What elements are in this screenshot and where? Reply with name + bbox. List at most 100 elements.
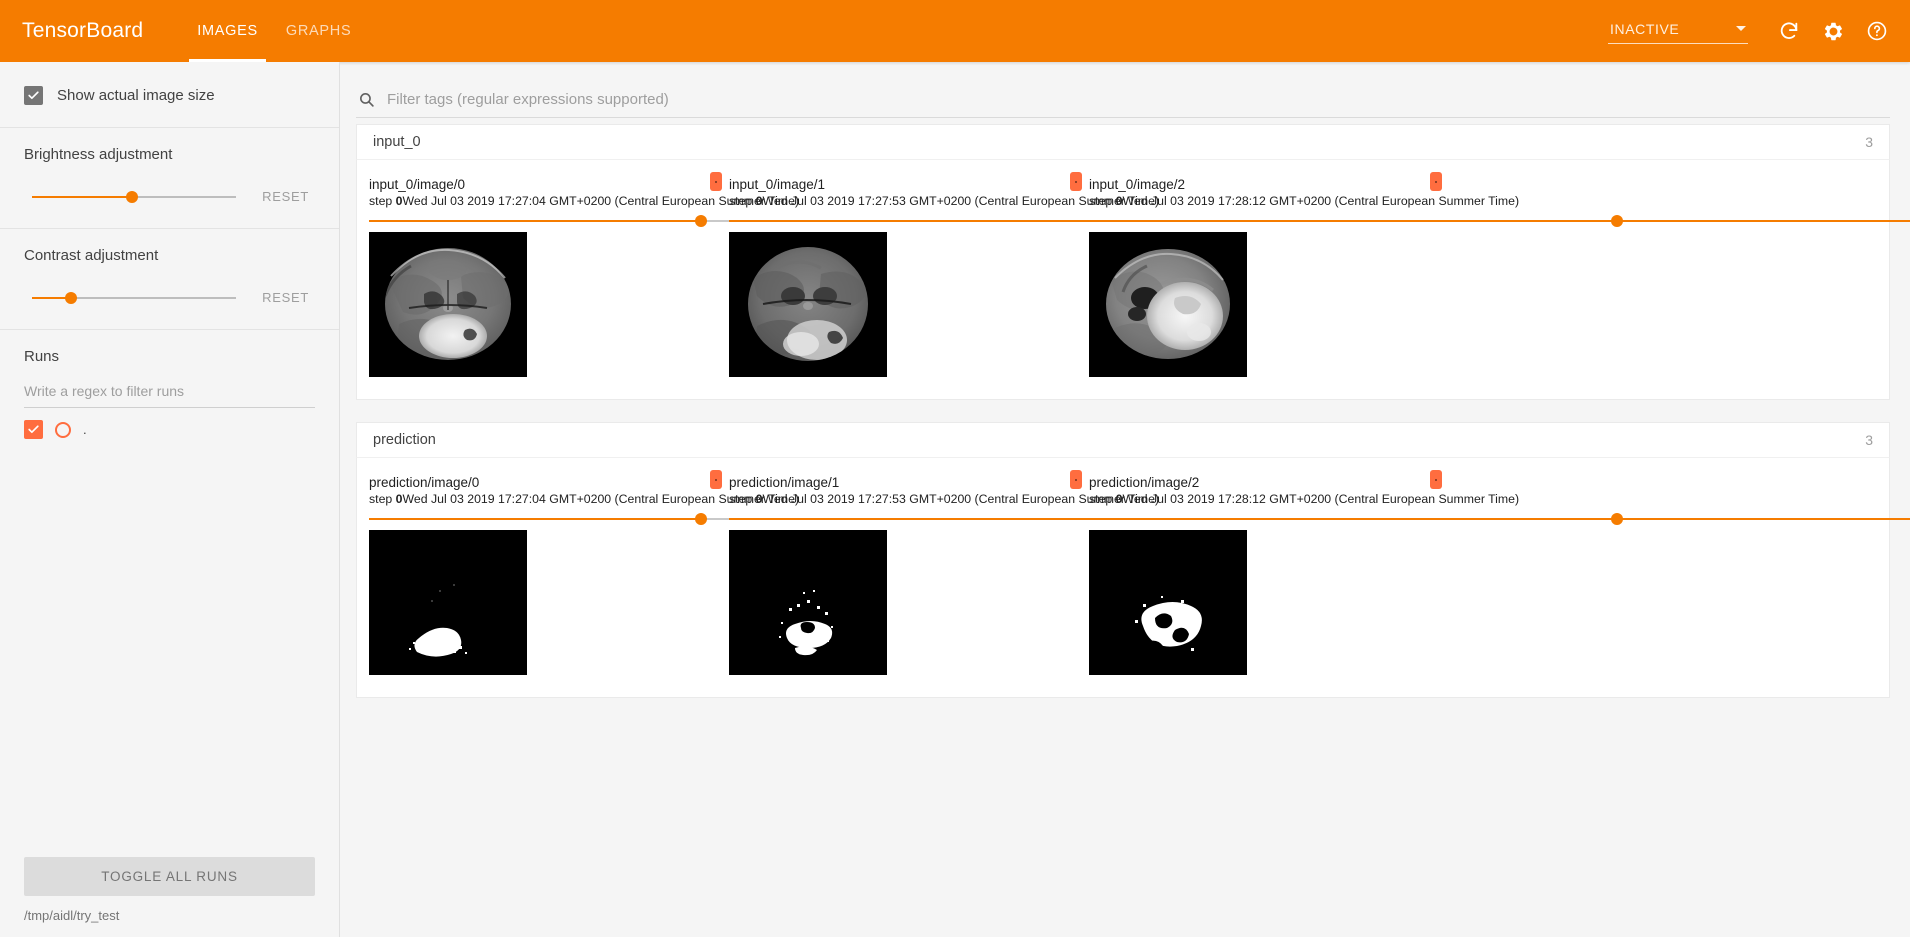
brightness-slider-thumb[interactable] (125, 190, 138, 203)
step-value: 0 (395, 194, 403, 208)
step-slider-tick (476, 518, 478, 520)
run-item[interactable]: . (24, 408, 315, 443)
step-slider-tick (943, 518, 945, 520)
tag-section-count: 3 (1865, 432, 1873, 448)
step-slider-tick (1303, 518, 1305, 520)
step-slider-tick (690, 220, 692, 222)
sidebar-brightness-block: Brightness adjustment RESET (0, 128, 339, 229)
tag-filter-field[interactable] (356, 90, 1890, 118)
step-slider-tick (1838, 220, 1840, 222)
tag-section-header[interactable]: input_0 3 (356, 124, 1890, 159)
image-card: input_0/image/0 step 0Wed Jul 03 2019 17… (357, 170, 1439, 383)
step-value: 0 (1115, 194, 1123, 208)
runs-filter-input[interactable] (24, 381, 315, 408)
contrast-reset-button[interactable]: RESET (256, 286, 315, 309)
step-label: step (1089, 492, 1116, 506)
image-card-step-info: step 0Wed Jul 03 2019 17:27:53 GMT+0200 … (729, 491, 1159, 507)
image-preview[interactable] (1089, 530, 1247, 675)
image-card-step-info: step 0Wed Jul 03 2019 17:27:53 GMT+0200 … (729, 193, 1159, 209)
step-slider-tick (1838, 518, 1840, 520)
app-body: Show actual image size Brightness adjust… (0, 62, 1910, 937)
settings-gear-icon[interactable] (1816, 14, 1850, 48)
image-preview[interactable] (369, 232, 527, 377)
image-card-step-info: step 0Wed Jul 03 2019 17:28:12 GMT+0200 … (1089, 193, 1519, 209)
step-slider-tick (1050, 518, 1052, 520)
step-slider-tick (1410, 518, 1412, 520)
contrast-label: Contrast adjustment (24, 247, 159, 264)
logdir-path: /tmp/aidl/try_test (24, 908, 120, 923)
image-preview[interactable] (729, 530, 887, 675)
brightness-reset-button[interactable]: RESET (256, 185, 315, 208)
toggle-all-runs-button[interactable]: TOGGLE ALL RUNS (24, 857, 315, 896)
show-actual-image-size-row[interactable]: Show actual image size (24, 80, 315, 107)
image-preview[interactable] (729, 232, 887, 377)
step-label: step (369, 492, 396, 506)
step-value: 0 (755, 492, 763, 506)
contrast-slider-row: RESET (24, 286, 315, 309)
nav-tabs: IMAGES GRAPHS (183, 0, 365, 62)
brightness-label: Brightness adjustment (24, 146, 173, 163)
contrast-slider[interactable] (24, 289, 244, 307)
run-color-circle-icon (55, 421, 71, 438)
app-brand: TensorBoard (22, 19, 144, 42)
tag-section-title: input_0 (373, 134, 421, 150)
step-slider-thumb[interactable] (694, 513, 707, 525)
step-value: 0 (1115, 492, 1123, 506)
checkbox-checked-icon[interactable] (24, 86, 43, 105)
step-slider-tick (1517, 220, 1519, 222)
image-card-title: prediction/image/1 (729, 475, 840, 490)
tag-section-header[interactable]: prediction 3 (356, 422, 1890, 457)
brightness-slider-row: RESET (24, 185, 315, 208)
step-label: step (369, 194, 396, 208)
step-slider-tick (1731, 518, 1733, 520)
run-item-label: . (83, 422, 87, 437)
show-actual-image-size-label: Show actual image size (57, 87, 215, 104)
sidebar-contrast-block: Contrast adjustment RESET (0, 229, 339, 330)
step-slider[interactable] (1089, 214, 1910, 228)
step-slider-fill (369, 220, 701, 222)
step-label: step (729, 194, 756, 208)
step-slider-tick (836, 220, 838, 222)
sidebar-image-size-block: Show actual image size (0, 62, 339, 128)
step-slider-thumb[interactable] (694, 215, 707, 227)
brightness-slider-fill (32, 195, 132, 198)
help-circle-icon[interactable] (1860, 14, 1894, 48)
chevron-down-icon (1736, 26, 1746, 31)
brightness-slider[interactable] (24, 188, 244, 206)
step-slider-tick (690, 518, 692, 520)
run-checkbox-checked-icon[interactable] (24, 420, 43, 439)
app-header: TensorBoard IMAGES GRAPHS INACTIVE (0, 0, 1910, 62)
runs-heading: Runs (24, 348, 60, 365)
step-slider-tick (1731, 220, 1733, 222)
step-slider-tick (1196, 518, 1198, 520)
step-slider-fill (1089, 220, 1910, 222)
main-content: input_0 3 input_0/image/0 step 0Wed Jul … (340, 62, 1910, 937)
step-slider-tick (583, 220, 585, 222)
refresh-icon[interactable] (1772, 14, 1806, 48)
step-slider-tick (1410, 220, 1412, 222)
image-card-title: prediction/image/2 (1089, 475, 1200, 490)
image-card-step-info: step 0Wed Jul 03 2019 17:27:04 GMT+0200 … (369, 491, 799, 507)
run-color-badge (1430, 470, 1442, 489)
search-input[interactable] (385, 90, 1890, 109)
tag-section-body: prediction/image/0 step 0Wed Jul 03 2019… (356, 457, 1910, 698)
step-slider[interactable] (1089, 512, 1910, 526)
step-slider-tick (1050, 220, 1052, 222)
image-card-step-info: step 0Wed Jul 03 2019 17:28:12 GMT+0200 … (1089, 491, 1519, 507)
contrast-slider-thumb[interactable] (64, 291, 77, 304)
header-actions: INACTIVE (1608, 14, 1910, 48)
image-preview[interactable] (1089, 232, 1247, 377)
image-card: input_0/image/1 step 0Wed Jul 03 2019 17… (717, 170, 1799, 383)
step-slider-tick (583, 518, 585, 520)
step-value: 0 (755, 194, 763, 208)
step-slider-fill (1089, 518, 1910, 520)
tab-graphs[interactable]: GRAPHS (272, 0, 365, 62)
tag-section-title: prediction (373, 432, 436, 448)
sidebar: Show actual image size Brightness adjust… (0, 62, 340, 937)
sidebar-footer: TOGGLE ALL RUNS /tmp/aidl/try_test (0, 857, 339, 937)
tab-images[interactable]: IMAGES (183, 0, 272, 62)
image-preview[interactable] (369, 530, 527, 675)
run-color-badge (1430, 172, 1442, 191)
run-status-select[interactable]: INACTIVE (1608, 19, 1748, 44)
timestamp: Wed Jul 03 2019 17:28:12 GMT+0200 (Centr… (1122, 492, 1520, 506)
